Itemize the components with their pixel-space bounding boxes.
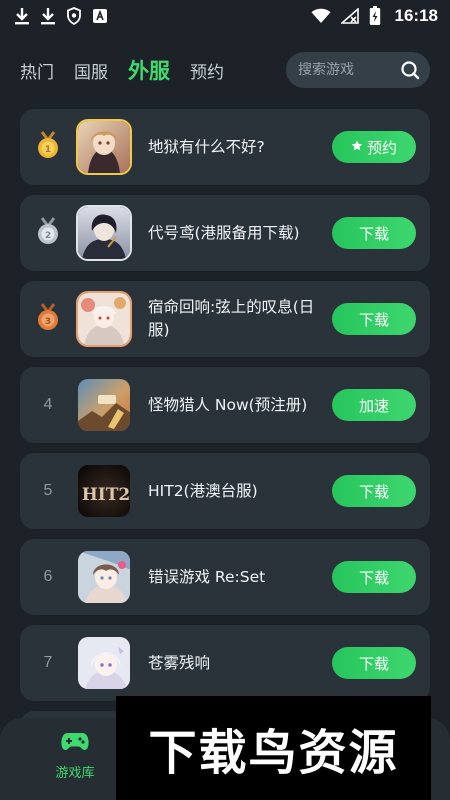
game-thumbnail[interactable]: HIT2 [76, 463, 132, 519]
rank-cell: 4 [20, 396, 76, 414]
game-row[interactable]: 4 怪物猎人 Now(预注册) 加速 [20, 367, 430, 443]
nav-game-library[interactable]: 游戏库 [34, 730, 116, 781]
silver-medal-icon: 2 [36, 216, 60, 250]
game-title: 代号鸢(港服备用下载) [148, 223, 300, 242]
download-icon [40, 7, 56, 25]
game-thumbnail[interactable] [76, 291, 132, 347]
rank-cell: 5 [20, 482, 76, 500]
rank-number: 6 [43, 568, 53, 585]
accelerate-button[interactable]: 加速 [332, 389, 416, 421]
reserve-button[interactable]: 预约 [332, 131, 416, 163]
no-signal-icon [340, 8, 359, 24]
nav-game-library-label: 游戏库 [55, 766, 95, 781]
tab-domestic[interactable]: 国服 [74, 58, 108, 83]
game-thumbnail[interactable] [76, 377, 132, 433]
game-title: HIT2(港澳台服) [148, 481, 258, 500]
game-row[interactable]: 2 代号鸢(港服备用下载) 下载 [20, 195, 430, 271]
watermark-text: 下载鸟资源 [148, 725, 399, 781]
tab-overseas[interactable]: 外服 [128, 55, 170, 85]
game-thumbnail[interactable] [76, 549, 132, 605]
reserve-label: 预约 [366, 138, 397, 157]
download-button[interactable]: 下载 [332, 217, 416, 249]
game-title: 地狱有什么不好? [148, 137, 265, 156]
game-title: 苍雾残响 [148, 653, 211, 672]
gold-medal-icon: 1 [36, 130, 60, 164]
tab-hot[interactable]: 热门 [20, 58, 54, 83]
rank-number: 4 [43, 396, 53, 413]
svg-text:1: 1 [45, 145, 51, 155]
gamepad-icon [61, 733, 89, 756]
battery-charging-icon [369, 6, 381, 26]
wifi-icon [311, 8, 331, 24]
search-box[interactable] [286, 52, 430, 88]
game-title: 错误游戏 Re:Set [148, 567, 266, 586]
watermark-banner: 下载鸟资源 [116, 696, 431, 800]
category-tabs: 热门 国服 外服 预约 [0, 48, 450, 92]
star-icon [351, 138, 363, 156]
game-thumbnail[interactable] [76, 205, 132, 261]
game-thumbnail[interactable] [76, 119, 132, 175]
game-row[interactable]: 3 宿命回响:弦上的叹息(日服) 下载 [20, 281, 430, 357]
status-right: 16:18 [311, 6, 438, 26]
game-title: 宿命回响:弦上的叹息(日服) [148, 298, 315, 339]
download-button[interactable]: 下载 [332, 647, 416, 679]
game-title: 怪物猎人 Now(预注册) [148, 395, 308, 414]
search-icon[interactable] [400, 60, 420, 84]
rank-number: 5 [43, 482, 53, 499]
download-button[interactable]: 下载 [332, 475, 416, 507]
rank-cell: 6 [20, 568, 76, 586]
game-row[interactable]: 5 HIT2 HIT2(港澳台服) 下载 [20, 453, 430, 529]
game-list: 1 地狱有什么不好? 预约 2 代号鸢(港服备用下载) 下载 3 宿命回响:弦上… [20, 109, 430, 711]
a-app-icon [92, 8, 108, 24]
game-row[interactable]: 6 错误游戏 Re:Set 下载 [20, 539, 430, 615]
game-row[interactable]: 1 地狱有什么不好? 预约 [20, 109, 430, 185]
svg-text:3: 3 [45, 317, 51, 327]
bronze-medal-icon: 3 [36, 302, 60, 336]
rank-number: 7 [43, 654, 53, 671]
download-icon [14, 7, 30, 25]
game-thumbnail[interactable] [76, 635, 132, 691]
status-left [14, 7, 108, 25]
status-time: 16:18 [394, 6, 438, 25]
download-button[interactable]: 下载 [332, 561, 416, 593]
rank-cell: 7 [20, 654, 76, 672]
rank-cell: 3 [20, 302, 76, 336]
rank-cell: 1 [20, 130, 76, 164]
status-bar: 16:18 [0, 0, 450, 32]
search-input[interactable] [298, 62, 398, 78]
rank-cell: 2 [20, 216, 76, 250]
tab-reservation[interactable]: 预约 [190, 58, 224, 83]
hit2-logo-text: HIT2 [82, 485, 131, 505]
shield-icon [66, 7, 82, 25]
download-button[interactable]: 下载 [332, 303, 416, 335]
svg-text:2: 2 [45, 231, 51, 241]
game-row[interactable]: 7 苍雾残响 下载 [20, 625, 430, 701]
